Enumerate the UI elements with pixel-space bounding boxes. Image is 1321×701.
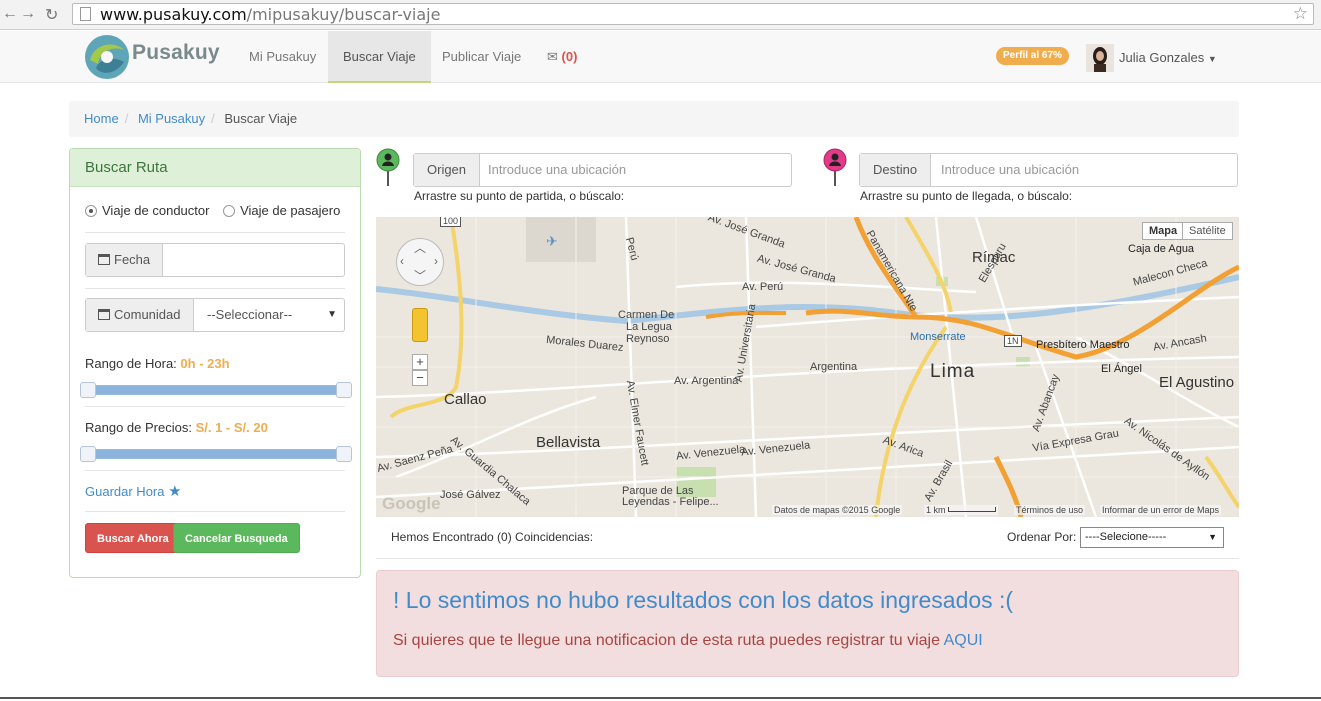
precio-slider-max-handle[interactable] [336,446,352,462]
hora-slider-max-handle[interactable] [336,382,352,398]
register-trip-link[interactable]: AQUI [944,632,983,649]
calendar-icon [98,309,110,320]
breadcrumb-current: Buscar Viaje [224,111,298,126]
breadcrumb: Home / Mi Pusakuy / Buscar Viaje [69,101,1239,137]
map-terms-link[interactable]: Términos de uso [1014,505,1086,515]
destino-label: Destino [860,154,932,186]
alert-text: Si quieres que te llegue una notificacio… [393,632,983,649]
comunidad-select[interactable]: Comunidad --Seleccionar-- ▼ [85,298,345,332]
radio-pasajero-dot[interactable] [223,205,236,217]
map-scale: 1 km [924,505,999,515]
pusakuy-logo-icon[interactable] [84,34,130,80]
google-logo: Google [382,494,441,513]
page-icon [80,7,91,21]
pan-down-icon[interactable]: ﹀ [414,267,426,284]
order-label: Ordenar Por: [1007,530,1077,544]
zoom-out-button[interactable]: − [412,370,428,386]
destino-input[interactable]: Introduce una ubicación [941,162,1079,177]
airport-icon: ✈ [546,233,558,249]
browser-toolbar: ← → ↻ www.pusakuy.com/mipusakuy/buscar-v… [0,0,1321,30]
breadcrumb-mi-pusakuy[interactable]: Mi Pusakuy [138,111,205,126]
caret-down-icon: ▼ [1207,54,1217,64]
bookmark-star-icon[interactable]: ☆ [1293,4,1308,24]
pan-left-icon[interactable]: ‹ [400,254,404,268]
hora-slider[interactable] [80,382,352,398]
order-select[interactable]: ----Selecione----- ▼ [1080,527,1224,548]
user-photo-icon [1086,44,1114,72]
hora-slider-min-handle[interactable] [80,382,96,398]
envelope-icon: ✉ [547,49,558,64]
star-icon: ★ [168,483,182,500]
search-panel-title: Buscar Ruta [70,149,360,187]
precio-range-label: Rango de Precios: S/. 1 - S/. 20 [85,420,268,435]
origen-input-group[interactable]: Origen Introduce una ubicación [413,153,792,187]
precio-slider-min-handle[interactable] [80,446,96,462]
fecha-field[interactable]: Fecha [85,243,345,277]
street-view-pegman-icon[interactable] [412,308,428,342]
reload-icon[interactable]: ↻ [45,5,58,25]
guardar-hora-link[interactable]: Guardar Hora ★ [85,482,182,500]
comunidad-value[interactable]: --Seleccionar-- [207,307,292,322]
fecha-addon: Fecha [86,244,164,276]
user-menu[interactable]: Julia Gonzales ▼ [1119,50,1217,65]
radio-pasajero[interactable]: Viaje de pasajero [223,203,340,218]
breadcrumb-home[interactable]: Home [84,111,119,126]
forward-icon[interactable]: → [20,5,36,23]
profile-progress-badge: Perfil al 67% [996,47,1069,65]
origen-input[interactable]: Introduce una ubicación [488,162,626,177]
search-panel: Buscar Ruta Viaje de conductor Viaje de … [69,148,361,578]
url-text: www.pusakuy.com/mipusakuy/buscar-viaje [100,5,441,24]
hora-range-label: Rango de Hora: 0h - 23h [85,356,230,371]
destination-pin-icon[interactable] [823,148,847,186]
trip-type-radios: Viaje de conductor Viaje de pasajero [85,203,340,218]
nav-messages[interactable]: ✉ (0) [532,31,592,83]
map-attribution: Datos de mapas ©2015 Google [772,505,903,515]
radio-conductor[interactable]: Viaje de conductor [85,203,209,218]
origen-hint: Arrastre su punto de partida, o búscalo: [414,189,625,203]
nav-buscar-viaje[interactable]: Buscar Viaje [328,31,431,83]
brand-name[interactable]: Pusakuy [132,41,220,65]
back-icon[interactable]: ← [2,5,18,23]
pan-right-icon[interactable]: › [434,254,438,268]
messages-count: (0) [561,49,578,64]
buscar-ahora-button[interactable]: Buscar Ahora [85,523,181,553]
alert-title: ! Lo sentimos no hubo resultados con los… [393,587,1014,613]
select-arrow-icon: ▼ [327,309,337,320]
route-map[interactable]: Av. José Granda Av. José Granda Av. Perú… [376,217,1239,517]
pan-up-icon[interactable]: ︿ [414,239,426,256]
calendar-icon [98,254,110,265]
map-type-satelite[interactable]: Satélite [1182,222,1233,240]
select-arrow-icon: ▼ [1208,532,1217,542]
origin-pin-icon[interactable] [376,148,400,186]
address-bar[interactable]: www.pusakuy.com/mipusakuy/buscar-viaje ☆ [72,3,1314,25]
origen-label: Origen [414,154,481,186]
results-count: Hemos Encontrado (0) Coincidencias: [391,530,594,544]
radio-conductor-dot[interactable] [85,205,97,217]
precio-slider[interactable] [80,446,352,462]
destino-input-group[interactable]: Destino Introduce una ubicación [859,153,1238,187]
nav-mi-pusakuy[interactable]: Mi Pusakuy [234,31,331,83]
zoom-in-button[interactable]: + [412,354,428,370]
map-report-link[interactable]: Informar de un error de Maps [1100,505,1222,515]
nav-publicar-viaje[interactable]: Publicar Viaje [427,31,536,83]
map-type-mapa[interactable]: Mapa [1142,222,1185,240]
comunidad-addon: Comunidad [86,299,194,331]
map-pan-control[interactable]: ︿ ﹀ ‹ › [396,238,444,286]
destino-hint: Arrastre su punto de llegada, o búscalo: [860,189,1073,203]
site-navbar: Pusakuy Mi Pusakuy Buscar Viaje Publicar… [0,31,1321,83]
no-results-alert: ! Lo sentimos no hubo resultados con los… [376,570,1239,677]
avatar[interactable] [1086,44,1114,72]
cancelar-busqueda-button[interactable]: Cancelar Busqueda [173,523,300,553]
